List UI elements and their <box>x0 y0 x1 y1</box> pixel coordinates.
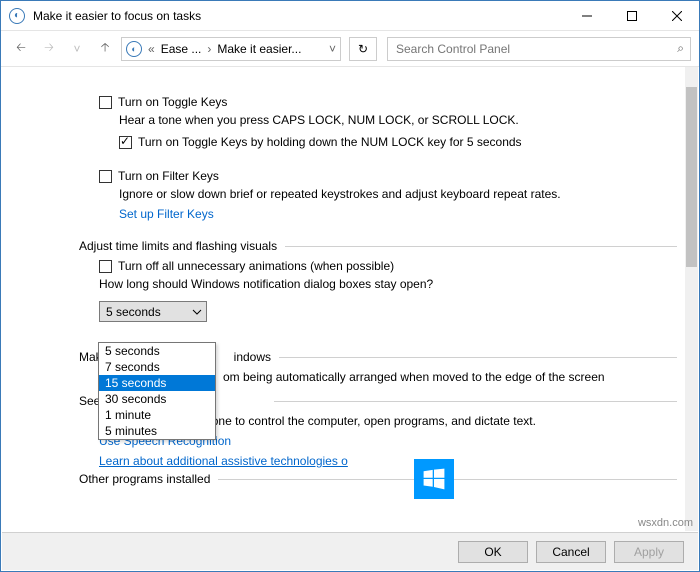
other-programs-header: Other programs installed <box>79 472 210 486</box>
button-bar: OK Cancel Apply <box>2 532 698 570</box>
cancel-button[interactable]: Cancel <box>536 541 606 563</box>
option-5-seconds[interactable]: 5 seconds <box>99 343 215 359</box>
address-dropdown-icon[interactable]: ˅ <box>329 42 336 56</box>
turn-off-animations-label: Turn off all unnecessary animations (whe… <box>118 259 394 273</box>
window-title: Make it easier to focus on tasks <box>33 9 564 23</box>
manage-windows-header-right: indows <box>234 350 271 364</box>
search-icon[interactable]: ⌕ <box>677 41 684 56</box>
forward-button[interactable]: 🡢 <box>37 37 61 61</box>
filter-keys-label: Turn on Filter Keys <box>118 169 219 183</box>
titlebar: ◐ Make it easier to focus on tasks <box>1 1 699 31</box>
toggle-keys-numlock-label: Turn on Toggle Keys by holding down the … <box>138 135 522 149</box>
ok-button[interactable]: OK <box>458 541 528 563</box>
divider <box>274 401 677 402</box>
refresh-button[interactable]: ↻ <box>349 37 377 61</box>
toggle-keys-desc: Hear a tone when you press CAPS LOCK, NU… <box>119 111 677 133</box>
content-area: Turn on Toggle Keys Hear a tone when you… <box>1 67 685 531</box>
toggle-keys-numlock-checkbox[interactable] <box>119 136 132 149</box>
filter-keys-checkbox[interactable] <box>99 170 112 183</box>
toggle-keys-label: Turn on Toggle Keys <box>118 95 227 109</box>
scrollbar-thumb[interactable] <box>686 87 697 267</box>
adjust-header: Adjust time limits and flashing visuals <box>79 239 277 253</box>
search-box[interactable]: ⌕ <box>387 37 691 61</box>
address-bar[interactable]: ◐ « Ease ... › Make it easier... ˅ <box>121 37 341 61</box>
option-30-seconds[interactable]: 30 seconds <box>99 391 215 407</box>
chevron-right-icon: › <box>205 42 213 56</box>
breadcrumb-sep: « <box>146 42 157 56</box>
minimize-button[interactable] <box>564 1 609 31</box>
turn-off-animations-checkbox[interactable] <box>99 260 112 273</box>
breadcrumb-ease[interactable]: Ease ... <box>161 42 202 56</box>
assistive-tech-link[interactable]: Learn about additional assistive technol… <box>99 454 348 468</box>
option-7-seconds[interactable]: 7 seconds <box>99 359 215 375</box>
prevent-arrange-desc: om being automatically arranged when mov… <box>223 370 605 384</box>
up-button[interactable]: 🡡 <box>93 37 117 61</box>
notification-timeout-label: How long should Windows notification dia… <box>99 275 677 297</box>
close-button[interactable] <box>654 1 699 31</box>
chevron-down-icon <box>192 306 202 320</box>
vertical-scrollbar[interactable] <box>685 67 698 531</box>
combo-selected-value: 5 seconds <box>106 305 161 319</box>
notification-timeout-combo[interactable]: 5 seconds <box>99 301 207 322</box>
back-button[interactable]: 🡠 <box>9 37 33 61</box>
filter-keys-desc: Ignore or slow down brief or repeated ke… <box>119 185 677 207</box>
apply-button[interactable]: Apply <box>614 541 684 563</box>
option-1-minute[interactable]: 1 minute <box>99 407 215 423</box>
breadcrumb-make-easier[interactable]: Make it easier... <box>217 42 301 56</box>
control-panel-icon: ◐ <box>126 41 142 57</box>
divider <box>279 357 677 358</box>
windows-logo-overlay <box>414 459 454 499</box>
setup-filter-keys-link[interactable]: Set up Filter Keys <box>119 207 214 221</box>
divider <box>285 246 677 247</box>
maximize-button[interactable] <box>609 1 654 31</box>
control-panel-icon: ◐ <box>9 8 25 24</box>
watermark: wsxdn.com <box>638 517 693 529</box>
search-input[interactable] <box>394 41 677 57</box>
navbar: 🡠 🡢 ˅ 🡡 ◐ « Ease ... › Make it easier...… <box>1 31 699 67</box>
toggle-keys-checkbox[interactable] <box>99 96 112 109</box>
option-5-minutes[interactable]: 5 minutes <box>99 423 215 439</box>
recent-button[interactable]: ˅ <box>65 37 89 61</box>
notification-timeout-dropdown[interactable]: 5 seconds 7 seconds 15 seconds 30 second… <box>98 342 216 440</box>
option-15-seconds[interactable]: 15 seconds <box>99 375 215 391</box>
